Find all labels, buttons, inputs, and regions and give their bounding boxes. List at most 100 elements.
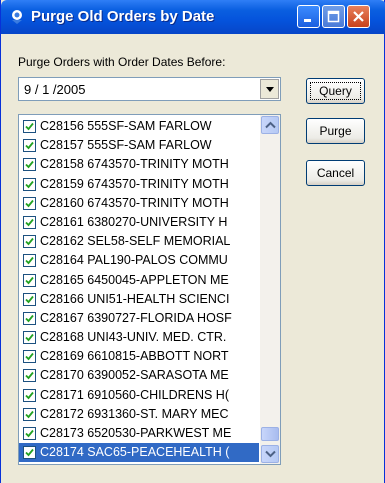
order-checkbox[interactable] (23, 196, 36, 210)
order-checkbox[interactable] (23, 120, 36, 133)
title-bar[interactable]: Purge Old Orders by Date (1, 0, 385, 34)
order-checkbox[interactable] (23, 215, 36, 229)
order-checkbox[interactable] (23, 311, 36, 325)
app-icon (9, 9, 25, 25)
chevron-down-icon (266, 87, 274, 92)
order-item-label: C28158 6743570-TRINITY MOTH (40, 157, 229, 172)
checkmark-icon (25, 353, 34, 361)
order-list-item[interactable]: C28164 PAL190-PALOS COMMU (19, 251, 259, 270)
order-item-label: C28160 6743570-TRINITY MOTH (40, 195, 229, 210)
order-list-item[interactable]: C28173 6520530-PARKWEST ME (19, 424, 259, 443)
orders-list: C28156 555SF-SAM FARLOW C28157 555SF-SAM … (19, 117, 259, 463)
order-item-label: C28166 UNI51-HEALTH SCIENCI (40, 291, 230, 306)
query-button-label: Query (319, 84, 352, 98)
order-list-item[interactable]: C28172 6931360-ST. MARY MEC (19, 405, 259, 424)
order-list-item[interactable]: C28158 6743570-TRINITY MOTH (19, 155, 259, 174)
checkmark-icon (25, 429, 34, 438)
checkmark-icon (25, 257, 34, 265)
order-item-label: C28173 6520530-PARKWEST ME (40, 426, 232, 440)
order-checkbox[interactable] (23, 235, 36, 249)
checkmark-icon (25, 449, 34, 457)
order-list-item[interactable]: C28170 6390052-SARASOTA ME (19, 366, 259, 385)
checkmark-icon (25, 391, 34, 399)
order-item-label: C28172 6931360-ST. MARY MEC (40, 406, 229, 421)
order-item-label: C28157 555SF-SAM FARLOW (40, 138, 212, 153)
vertical-scrollbar[interactable] (260, 115, 280, 464)
maximize-button[interactable] (322, 5, 345, 28)
close-button[interactable] (347, 5, 370, 28)
checkmark-icon (25, 238, 34, 246)
orders-listbox[interactable]: C28156 555SF-SAM FARLOW C28157 555SF-SAM … (18, 114, 281, 465)
minimize-icon (304, 19, 311, 22)
order-list-item[interactable]: C28157 555SF-SAM FARLOW (19, 136, 259, 155)
order-checkbox[interactable] (23, 407, 36, 421)
order-item-label: C28159 6743570-TRINITY MOTH (40, 176, 229, 191)
date-combobox[interactable]: 9 / 1 /2005 (18, 77, 281, 101)
date-filter-label: Purge Orders with Order Dates Before: (18, 55, 226, 69)
checkmark-icon (25, 142, 34, 150)
checkmark-icon (25, 218, 34, 227)
cancel-button[interactable]: Cancel (306, 160, 365, 186)
order-checkbox[interactable] (23, 273, 36, 287)
order-list-item[interactable]: C28174 SAC65-PEACEHEALTH ( (19, 443, 259, 463)
order-checkbox[interactable] (23, 139, 36, 153)
order-checkbox[interactable] (23, 427, 36, 440)
order-checkbox[interactable] (23, 292, 36, 306)
chevron-up-icon (265, 121, 276, 129)
checkmark-icon (25, 161, 34, 169)
order-item-label: C28171 6910560-CHILDRENS H( (40, 387, 229, 402)
checkmark-icon (25, 333, 34, 342)
date-value[interactable]: 9 / 1 /2005 (24, 82, 85, 97)
order-item-label: C28170 6390052-SARASOTA ME (40, 368, 229, 383)
order-item-label: C28169 6610815-ABBOTT NORT (40, 349, 229, 364)
scroll-thumb[interactable] (261, 427, 279, 441)
close-icon (353, 11, 364, 22)
order-list-item[interactable]: C28171 6910560-CHILDRENS H( (19, 386, 259, 405)
order-list-item[interactable]: C28156 555SF-SAM FARLOW (19, 117, 259, 136)
order-item-label: C28165 6450045-APPLETON ME (40, 272, 229, 287)
order-item-label: C28156 555SF-SAM FARLOW (40, 119, 212, 133)
checkmark-icon (25, 295, 34, 304)
minimize-button[interactable] (297, 5, 320, 28)
order-item-label: C28164 PAL190-PALOS COMMU (40, 253, 228, 268)
order-item-label: C28167 6390727-FLORIDA HOSF (40, 310, 232, 325)
checkmark-icon (25, 372, 34, 380)
order-checkbox[interactable] (23, 388, 36, 402)
order-list-item[interactable]: C28166 UNI51-HEALTH SCIENCI (19, 290, 259, 309)
chevron-down-icon (265, 450, 276, 458)
order-list-item[interactable]: C28162 SEL58-SELF MEMORIAL (19, 232, 259, 251)
order-item-label: C28168 UNI43-UNIV. MED. CTR. (40, 330, 227, 345)
scroll-down-button[interactable] (261, 445, 279, 463)
checkmark-icon (25, 276, 34, 284)
order-item-label: C28161 6380270-UNIVERSITY H (40, 214, 228, 229)
purge-button-label: Purge (319, 124, 352, 138)
order-list-item[interactable]: C28165 6450045-APPLETON ME (19, 271, 259, 290)
order-list-item[interactable]: C28159 6743570-TRINITY MOTH (19, 175, 259, 194)
order-checkbox[interactable] (23, 350, 36, 364)
order-checkbox[interactable] (23, 254, 36, 268)
purge-button[interactable]: Purge (306, 118, 365, 144)
combo-dropdown-button[interactable] (260, 79, 279, 99)
order-checkbox[interactable] (23, 177, 36, 191)
order-item-label: C28174 SAC65-PEACEHEALTH ( (40, 445, 230, 460)
order-checkbox[interactable] (23, 446, 36, 460)
checkmark-icon (25, 122, 34, 131)
cancel-button-label: Cancel (316, 166, 355, 180)
window-title: Purge Old Orders by Date (31, 8, 215, 25)
order-list-item[interactable]: C28168 UNI43-UNIV. MED. CTR. (19, 328, 259, 347)
order-list-item[interactable]: C28160 6743570-TRINITY MOTH (19, 194, 259, 213)
order-checkbox[interactable] (23, 158, 36, 172)
checkmark-icon (25, 180, 34, 188)
order-list-item[interactable]: C28167 6390727-FLORIDA HOSF (19, 309, 259, 328)
query-button[interactable]: Query (306, 78, 365, 104)
order-checkbox[interactable] (23, 331, 36, 345)
order-list-item[interactable]: C28169 6610815-ABBOTT NORT (19, 347, 259, 366)
maximize-icon (327, 10, 340, 23)
order-list-item[interactable]: C28161 6380270-UNIVERSITY H (19, 213, 259, 232)
order-item-label: C28162 SEL58-SELF MEMORIAL (40, 234, 231, 249)
scroll-up-button[interactable] (261, 116, 279, 134)
order-checkbox[interactable] (23, 369, 36, 383)
purge-orders-dialog: Purge Old Orders by Date Purge Orders wi… (0, 0, 385, 483)
checkmark-icon (25, 410, 34, 419)
checkmark-icon (25, 314, 34, 323)
